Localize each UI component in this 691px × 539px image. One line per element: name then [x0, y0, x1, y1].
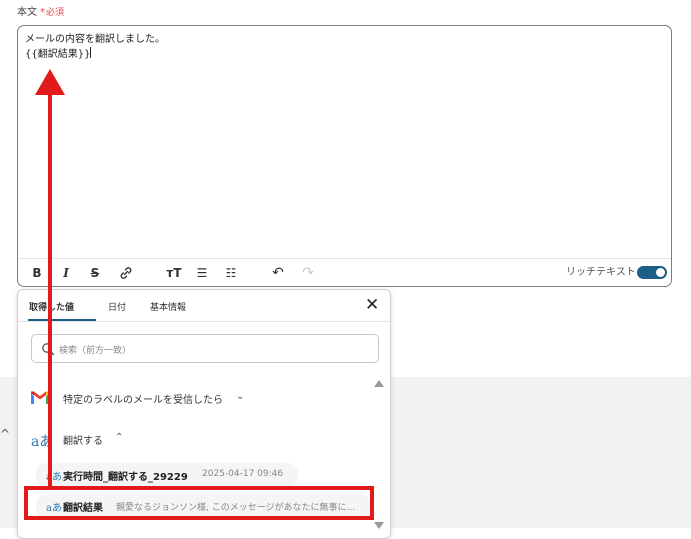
strikethrough-button[interactable]: S — [88, 265, 102, 281]
toggle-knob — [656, 268, 665, 277]
tabs-divider — [18, 321, 390, 322]
gmail-icon — [31, 391, 49, 404]
annotation-arrow-head — [35, 69, 65, 95]
italic-button[interactable]: I — [60, 265, 72, 281]
required-mark: * — [40, 7, 45, 18]
chip-label: 実行時間_翻訳する_29229 — [63, 472, 188, 483]
close-icon[interactable]: ✕ — [365, 296, 379, 314]
chevron-up-icon[interactable]: ⌃ — [115, 432, 123, 443]
text-size-button[interactable]: тT — [165, 265, 183, 281]
bullet-list-button[interactable]: ☰ — [194, 265, 210, 281]
tab-date[interactable]: 日付 — [108, 300, 126, 313]
tab-basic-info[interactable]: 基本情報 — [150, 300, 186, 313]
annotation-arrow-shaft — [48, 90, 52, 490]
toolbar-divider — [18, 258, 671, 259]
bold-button[interactable]: B — [31, 265, 43, 281]
redo-button[interactable]: ↷ — [300, 265, 316, 281]
rich-text-label: リッチテキスト — [566, 267, 636, 278]
field-label: 本文 *必須 — [17, 3, 64, 18]
body-editor[interactable]: メールの内容を翻訳しました。 {{翻訳結果}} B I S тT ☰ ☷ ↶ ↷… — [17, 25, 672, 287]
undo-button[interactable]: ↶ — [270, 265, 286, 281]
value-chip-run-time[interactable]: aあ 実行時間_翻訳する_29229 2025-04-17 09:46 — [36, 463, 298, 487]
link-button[interactable] — [118, 265, 134, 281]
numbered-list-button[interactable]: ☷ — [223, 265, 239, 281]
source-label-translate[interactable]: 翻訳する — [63, 432, 103, 447]
editor-line-2: {{翻訳結果}} — [25, 49, 91, 60]
scroll-up-arrow-icon[interactable] — [374, 380, 384, 387]
rich-text-toggle[interactable] — [637, 266, 667, 279]
required-text: 必須 — [46, 8, 65, 18]
link-icon — [120, 267, 132, 279]
search-placeholder: 検索（前方一致） — [59, 346, 132, 356]
text-cursor — [90, 47, 92, 58]
editor-line-1: メールの内容を翻訳しました。 — [25, 34, 165, 45]
chip-meta: 2025-04-17 09:46 — [202, 469, 284, 479]
annotation-highlight-box — [24, 486, 374, 520]
editor-content[interactable]: メールの内容を翻訳しました。 {{翻訳結果}} — [25, 32, 165, 62]
chevron-down-icon[interactable]: ⌄ — [236, 391, 244, 402]
source-label-gmail[interactable]: 特定のラベルのメールを受信したら — [63, 391, 223, 406]
search-input[interactable]: 検索（前方一致） — [31, 334, 379, 363]
field-label-text: 本文 — [17, 7, 37, 18]
collapse-caret-icon[interactable]: ^ — [0, 427, 10, 441]
